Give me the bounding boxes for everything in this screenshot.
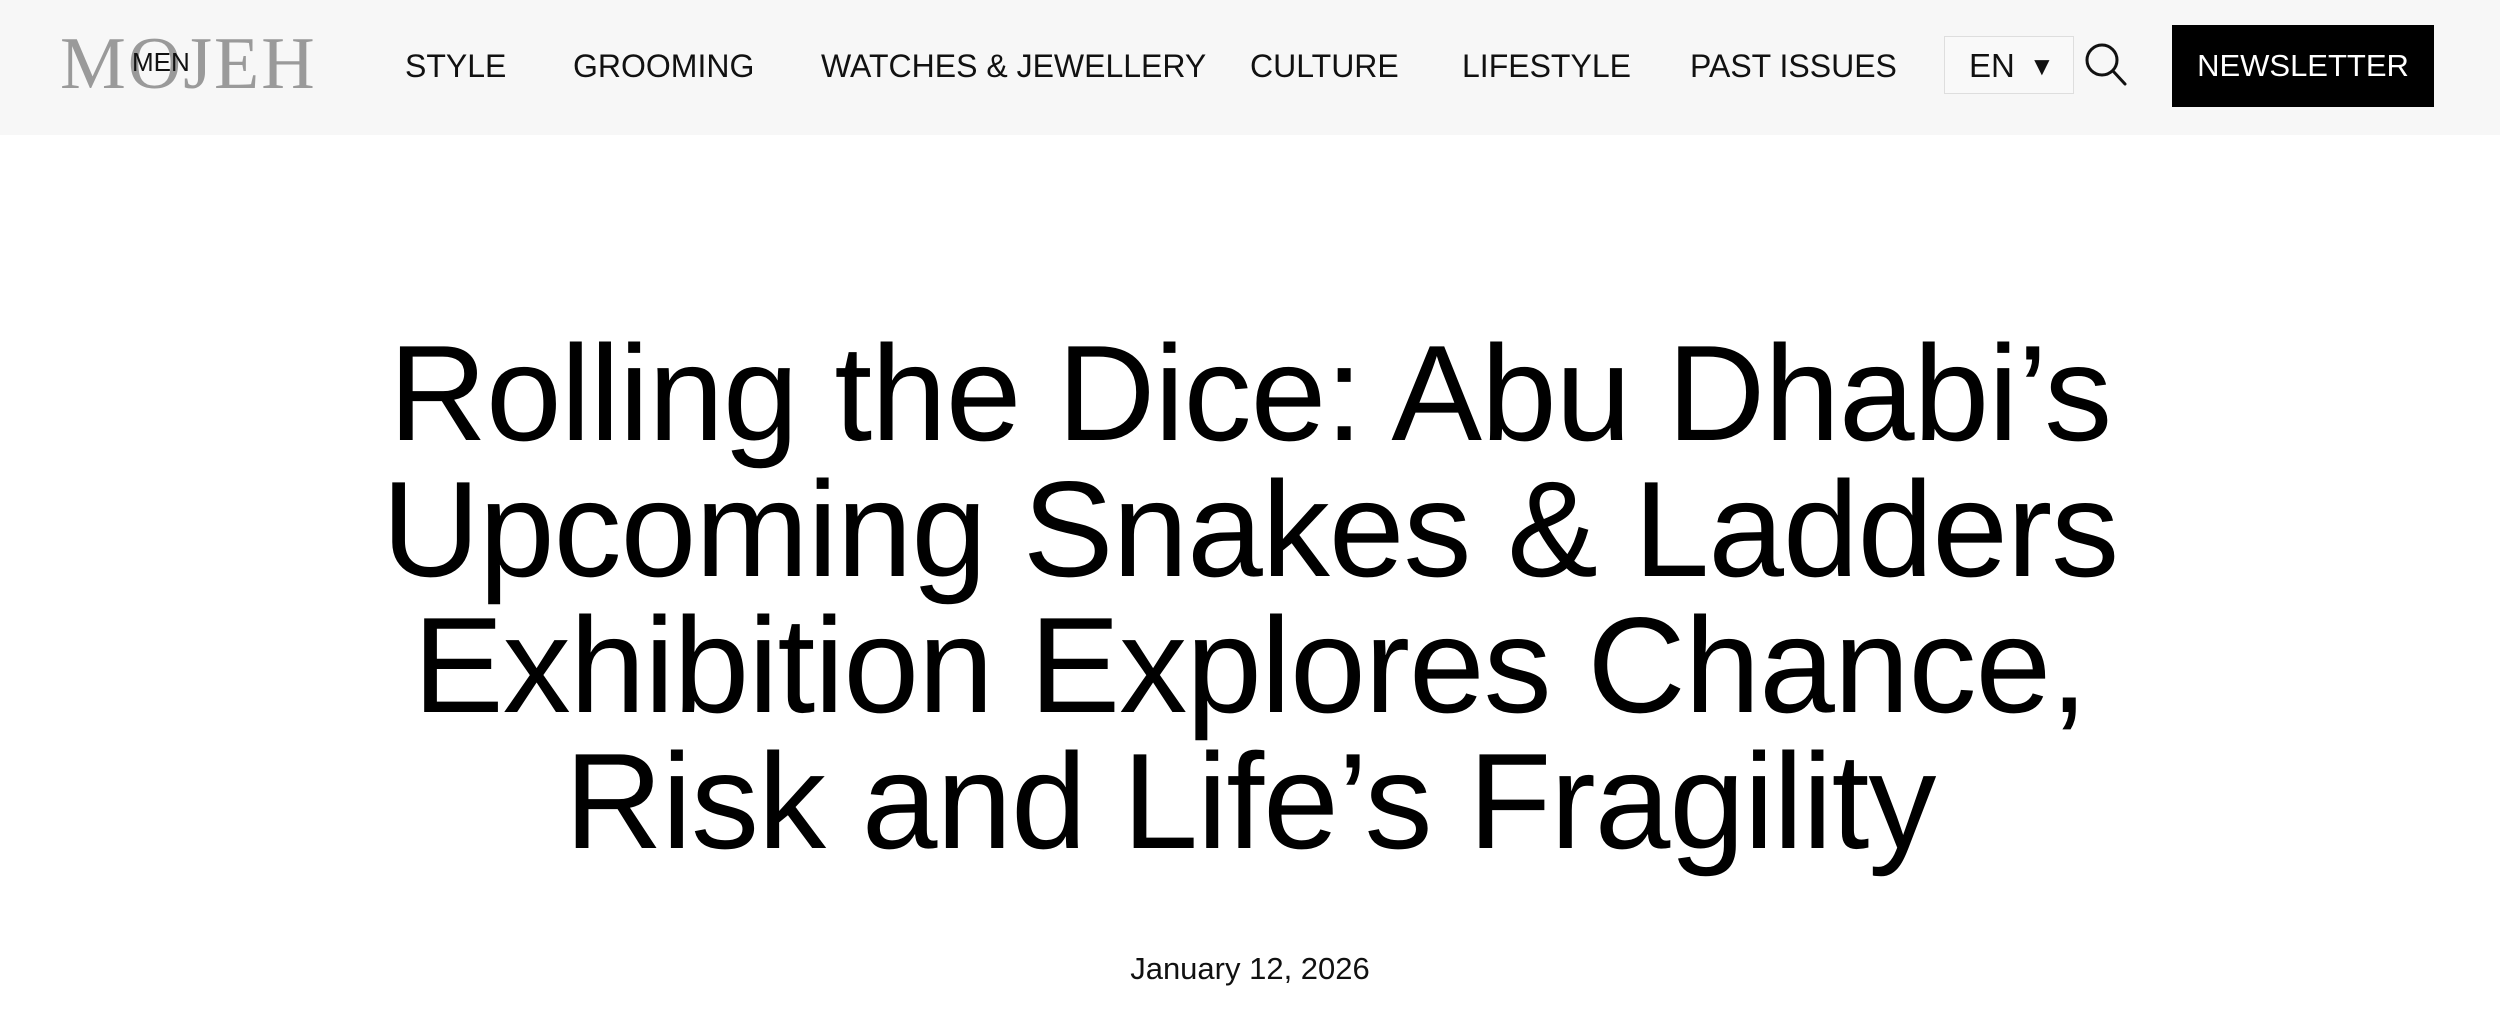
nav-item-past-issues[interactable]: PAST ISSUES bbox=[1690, 46, 1897, 86]
caret-down-icon: ▼ bbox=[2029, 51, 2055, 81]
nav-item-watches-jewellery[interactable]: WATCHES & JEWELLERY bbox=[821, 46, 1206, 86]
nav-item-grooming[interactable]: GROOMING bbox=[573, 46, 754, 86]
site-header: MOJEH MEN STYLE GROOMING WATCHES & JEWEL… bbox=[0, 0, 2500, 135]
title-line: Rolling the Dice: Abu Dhabi’s bbox=[388, 317, 2112, 469]
nav-item-lifestyle[interactable]: LIFESTYLE bbox=[1462, 46, 1631, 86]
article-title: Rolling the Dice: Abu Dhabi’s Upcoming S… bbox=[250, 325, 2250, 869]
article-date: January 12, 2026 bbox=[1130, 951, 1370, 986]
title-line: Exhibition Explores Chance, bbox=[413, 589, 2088, 741]
search-icon[interactable] bbox=[2084, 42, 2128, 88]
language-select[interactable]: EN ▼ bbox=[1944, 36, 2074, 94]
nav-item-style[interactable]: STYLE bbox=[405, 46, 506, 86]
title-line: Risk and Life’s Fragility bbox=[564, 725, 1937, 877]
nav-item-culture[interactable]: CULTURE bbox=[1250, 46, 1399, 86]
newsletter-button[interactable]: NEWSLETTER bbox=[2172, 25, 2434, 107]
logo-men-label: MEN bbox=[132, 47, 190, 77]
title-line: Upcoming Snakes & Ladders bbox=[381, 453, 2119, 605]
site-logo[interactable]: MOJEH MEN bbox=[60, 26, 315, 102]
language-value: EN bbox=[1969, 47, 2015, 84]
